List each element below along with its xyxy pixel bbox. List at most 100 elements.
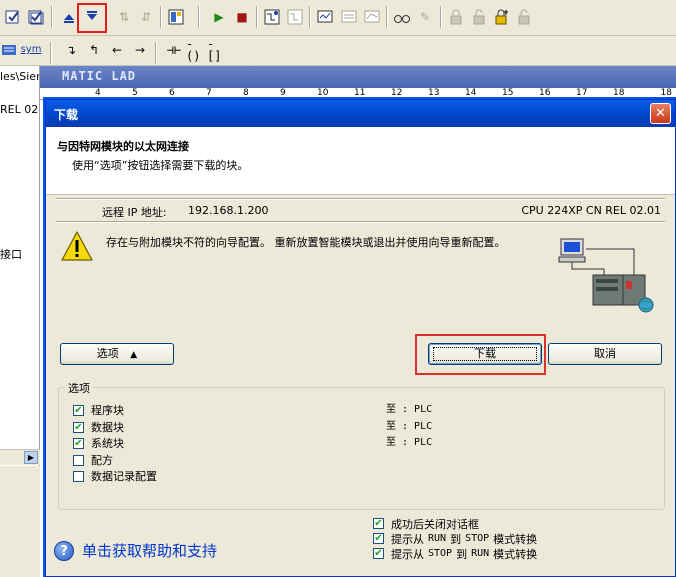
ip-label: 远程 IP 地址:: [102, 206, 167, 219]
ruler-number: 15: [502, 88, 514, 98]
stop-icon[interactable]: ■: [233, 8, 251, 26]
option-label: 到: [456, 547, 468, 561]
trend-icon[interactable]: [363, 8, 381, 26]
network-connection-icon: [556, 237, 658, 322]
help-link[interactable]: ? 单击获取帮助和支持: [54, 540, 217, 561]
glasses-icon[interactable]: [393, 8, 411, 26]
expand-arrow-icon: ▲: [130, 350, 138, 360]
status-chart-single-icon[interactable]: [286, 8, 304, 26]
ladder-toolbar: sym ↴ ↰ ← → ⊣⊢ -() -[]: [0, 36, 676, 66]
options-icon[interactable]: [167, 8, 185, 26]
line-left-icon[interactable]: ←: [108, 41, 126, 59]
option-label: 程序块: [91, 404, 124, 417]
compile-icon[interactable]: [4, 8, 22, 26]
cancel-label: 取消: [594, 347, 616, 360]
ruler-number: 11: [354, 88, 366, 98]
option-label: 到: [450, 532, 462, 546]
coil-icon[interactable]: -(): [186, 38, 206, 62]
lock-icon[interactable]: [447, 8, 465, 26]
checkbox[interactable]: ✔: [373, 548, 384, 559]
option-system-block[interactable]: ✔ 系统块: [73, 435, 124, 451]
pen-icon[interactable]: ✎: [416, 8, 434, 26]
ruler-number: 10: [317, 88, 329, 98]
option-label: 提示从: [391, 547, 424, 561]
checkbox[interactable]: ✔: [73, 421, 84, 433]
upload-icon[interactable]: [60, 8, 78, 26]
sort-ascending-icon[interactable]: ⇅: [115, 8, 133, 26]
horizontal-scrollbar[interactable]: ▶: [0, 449, 40, 465]
option-data-log-config[interactable]: 数据记录配置: [73, 468, 157, 484]
option-target: 至 : PLC: [386, 421, 433, 432]
unlock-icon[interactable]: [470, 8, 488, 26]
checkbox[interactable]: [73, 470, 84, 482]
box-icon[interactable]: -[]: [207, 38, 225, 62]
option-label: 系统块: [91, 437, 124, 450]
ruler-number: 7: [206, 88, 212, 98]
ruler-number: 18: [660, 88, 672, 98]
symbol-toggle[interactable]: sym: [20, 41, 42, 59]
cpu-info: CPU 224XP CN REL 02.01: [521, 204, 661, 217]
status-chart-icon[interactable]: [263, 8, 281, 26]
cancel-button[interactable]: 取消: [548, 343, 662, 365]
scroll-right-icon[interactable]: ▶: [24, 451, 38, 464]
download-highlight: [77, 3, 107, 33]
close-icon: ✕: [655, 106, 666, 121]
compile-all-icon[interactable]: [27, 8, 45, 26]
option-prompt-stop-to-run[interactable]: ✔ 提示从 STOP 到 RUN 模式转换: [373, 546, 537, 561]
network-icon[interactable]: [0, 41, 18, 59]
option-label: 模式转换: [493, 532, 538, 546]
mode-from: RUN: [428, 533, 447, 544]
checkbox[interactable]: ✔: [73, 437, 84, 449]
option-target: 至 : PLC: [386, 437, 433, 448]
main-toolbar: ⇅ ⇵ ▶ ■ ✎: [0, 0, 676, 36]
close-button[interactable]: ✕: [650, 103, 671, 124]
options-group: 选项 ✔ 程序块 至 : PLC ✔ 数据块 至 : PLC ✔ 系统块 至 :…: [58, 380, 665, 510]
option-close-on-success[interactable]: ✔ 成功后关闭对话框: [373, 516, 479, 531]
chart-icon[interactable]: [340, 8, 358, 26]
interface-text: 接口: [0, 248, 22, 261]
option-label: 提示从: [391, 532, 424, 546]
download-dialog: 下载 ✕ 与因特网模块的以太网连接 使用“选项”按钮选择需要下载的块。 远程 I…: [45, 99, 676, 577]
mode-from: STOP: [428, 548, 453, 559]
contact-icon[interactable]: ⊣⊢: [162, 41, 186, 59]
option-label: 配方: [91, 454, 113, 467]
help-icon: ?: [54, 540, 74, 561]
sort-descending-icon[interactable]: ⇵: [137, 8, 155, 26]
version-text: REL 02.0: [0, 103, 39, 116]
option-prompt-run-to-stop[interactable]: ✔ 提示从 RUN 到 STOP 模式转换: [373, 531, 537, 546]
option-label: 模式转换: [493, 547, 538, 561]
ruler-number: 17: [576, 88, 588, 98]
checkbox[interactable]: ✔: [373, 533, 384, 544]
program-status-icon[interactable]: [316, 8, 334, 26]
mode-to: STOP: [465, 533, 490, 544]
ip-value: 192.168.1.200: [188, 204, 269, 217]
line-right-icon[interactable]: →: [131, 41, 149, 59]
checkbox[interactable]: [73, 454, 84, 466]
option-data-block[interactable]: ✔ 数据块: [73, 419, 124, 435]
option-target: 至 : PLC: [386, 404, 433, 415]
ruler-number: 5: [132, 88, 138, 98]
force-icon[interactable]: [493, 8, 511, 26]
ruler-number: 6: [169, 88, 175, 98]
line-down-icon[interactable]: ↴: [62, 41, 80, 59]
divider: [56, 221, 665, 223]
checkbox[interactable]: ✔: [73, 404, 84, 416]
ruler-number: 13: [428, 88, 440, 98]
checkbox[interactable]: ✔: [373, 518, 384, 529]
ruler-number: 12: [391, 88, 403, 98]
option-label: 数据记录配置: [91, 470, 157, 483]
ruler-number: 4: [95, 88, 101, 98]
unforce-icon[interactable]: [516, 8, 534, 26]
download-highlight: [415, 334, 546, 375]
option-program-block[interactable]: ✔ 程序块: [73, 402, 124, 418]
options-label: 选项: [96, 347, 119, 360]
header-title: 与因特网模块的以太网连接: [57, 140, 189, 153]
option-label: 数据块: [91, 421, 124, 434]
divider: [56, 198, 665, 200]
options-button[interactable]: 选项 ▲: [60, 343, 174, 365]
option-recipe[interactable]: 配方: [73, 452, 113, 468]
line-up-icon[interactable]: ↰: [85, 41, 103, 59]
run-icon[interactable]: ▶: [210, 8, 228, 26]
dialog-titlebar[interactable]: 下载: [46, 100, 675, 127]
ruler-number: 18: [613, 88, 625, 98]
